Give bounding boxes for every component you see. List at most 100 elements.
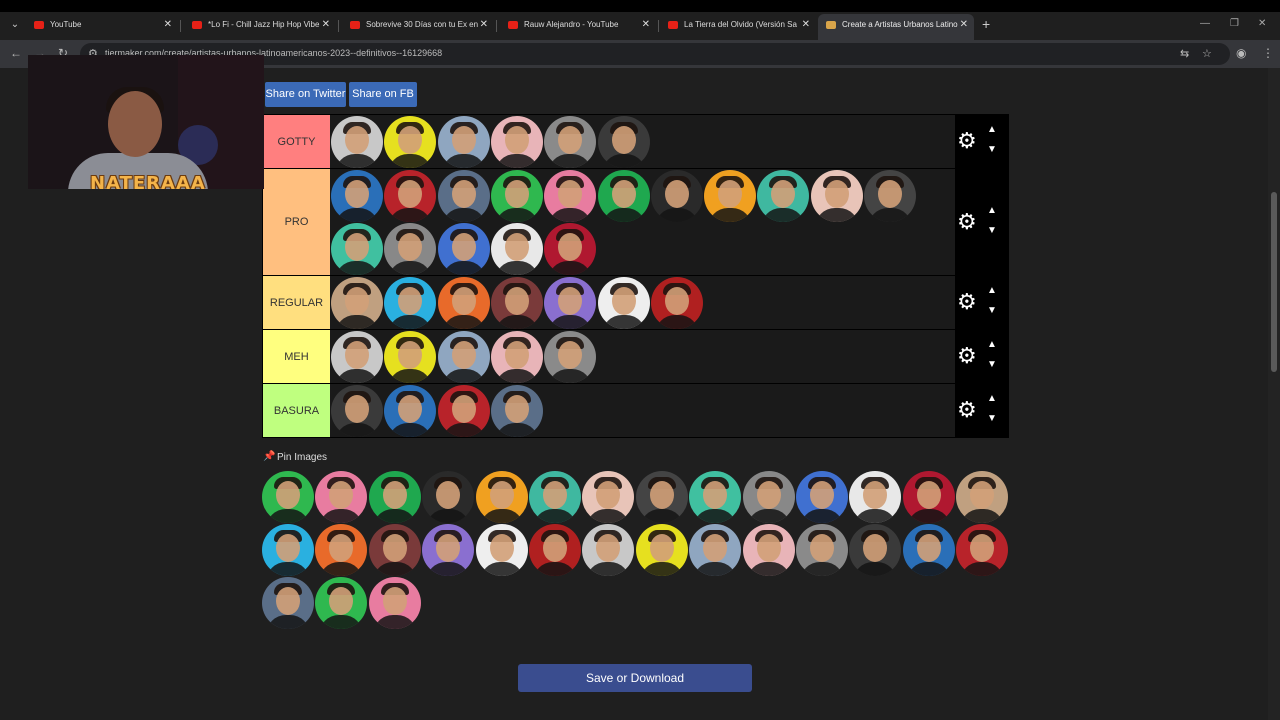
artist-avatar[interactable] <box>331 116 383 168</box>
artist-avatar[interactable] <box>331 331 383 383</box>
tab-sobrevive[interactable]: Sobrevive 30 Días con tu Ex en ✕ <box>342 14 494 40</box>
minimize-icon[interactable]: — <box>1200 18 1210 29</box>
artist-avatar[interactable] <box>544 277 597 329</box>
close-icon[interactable]: ✕ <box>802 14 810 36</box>
tier-label[interactable]: BASURA <box>263 384 330 437</box>
artist-avatar[interactable] <box>544 116 597 168</box>
artist-avatar[interactable] <box>331 223 383 275</box>
artist-avatar[interactable] <box>490 385 543 437</box>
artist-avatar[interactable] <box>368 577 421 629</box>
tab-tiermaker[interactable]: Create a Artistas Urbanos Latino ✕ <box>818 14 974 40</box>
artist-avatar[interactable] <box>490 223 543 275</box>
artist-avatar[interactable] <box>704 170 757 222</box>
artist-avatar[interactable] <box>529 524 581 576</box>
move-down-icon[interactable]: ▼ <box>987 144 997 155</box>
artist-avatar[interactable] <box>650 277 703 329</box>
artist-avatar[interactable] <box>864 170 916 222</box>
menu-dots-icon[interactable]: ⋮ <box>1262 46 1274 60</box>
artist-avatar[interactable] <box>742 524 795 576</box>
artist-avatar[interactable] <box>368 524 421 576</box>
artist-avatar[interactable] <box>490 116 543 168</box>
bookmark-star-icon[interactable]: ☆ <box>1202 47 1212 60</box>
artist-avatar[interactable] <box>635 471 688 523</box>
tier-label[interactable]: GOTTY <box>263 115 330 168</box>
artist-avatar[interactable] <box>315 577 368 629</box>
artist-avatar[interactable] <box>384 385 437 437</box>
move-down-icon[interactable]: ▼ <box>987 225 997 236</box>
artist-avatar[interactable] <box>902 524 955 576</box>
tier-label[interactable]: REGULAR <box>263 276 330 329</box>
save-download-button[interactable]: Save or Download <box>518 664 752 692</box>
move-up-icon[interactable]: ▲ <box>987 124 997 135</box>
artist-avatar[interactable] <box>262 471 314 523</box>
artist-avatar[interactable] <box>437 277 490 329</box>
artist-avatar[interactable] <box>902 471 955 523</box>
artist-avatar[interactable] <box>422 471 475 523</box>
artist-avatar[interactable] <box>262 577 314 629</box>
artist-avatar[interactable] <box>475 471 528 523</box>
close-icon[interactable]: ✕ <box>322 14 330 36</box>
translate-icon[interactable]: ⇆ <box>1180 47 1189 60</box>
artist-avatar[interactable] <box>331 170 383 222</box>
close-icon[interactable]: ✕ <box>164 14 172 36</box>
move-down-icon[interactable]: ▼ <box>987 413 997 424</box>
artist-avatar[interactable] <box>368 471 421 523</box>
artist-avatar[interactable] <box>635 524 688 576</box>
gear-icon[interactable]: ⚙ <box>957 210 979 233</box>
artist-avatar[interactable] <box>384 277 437 329</box>
move-up-icon[interactable]: ▲ <box>987 285 997 296</box>
move-down-icon[interactable]: ▼ <box>987 359 997 370</box>
back-icon[interactable]: ← <box>10 46 22 60</box>
move-up-icon[interactable]: ▲ <box>987 393 997 404</box>
close-icon[interactable]: ✕ <box>960 14 968 36</box>
artist-avatar[interactable] <box>544 223 597 275</box>
artist-avatar[interactable] <box>437 116 490 168</box>
artist-avatar[interactable] <box>544 170 597 222</box>
artist-avatar[interactable] <box>796 471 848 523</box>
artist-avatar[interactable] <box>315 471 368 523</box>
artist-avatar[interactable] <box>262 524 314 576</box>
share-twitter-button[interactable]: Share on Twitter <box>265 82 346 107</box>
gear-icon[interactable]: ⚙ <box>957 291 979 313</box>
move-up-icon[interactable]: ▲ <box>987 205 997 216</box>
artist-avatar[interactable] <box>490 170 543 222</box>
tab-search-icon[interactable]: ⌄ <box>6 16 24 34</box>
artist-avatar[interactable] <box>490 331 543 383</box>
artist-avatar[interactable] <box>956 471 1009 523</box>
artist-avatar[interactable] <box>757 170 810 222</box>
scrollbar[interactable] <box>1268 68 1280 720</box>
artist-avatar[interactable] <box>437 385 490 437</box>
artist-avatar[interactable] <box>582 471 635 523</box>
artist-avatar[interactable] <box>475 524 528 576</box>
gear-icon[interactable]: ⚙ <box>957 130 979 152</box>
pin-images-toggle[interactable]: Pin Images <box>277 452 327 463</box>
scrollbar-thumb[interactable] <box>1271 192 1277 372</box>
artist-avatar[interactable] <box>529 471 581 523</box>
artist-avatar[interactable] <box>597 170 650 222</box>
close-icon[interactable]: ✕ <box>642 14 650 36</box>
artist-avatar[interactable] <box>689 524 742 576</box>
artist-avatar[interactable] <box>331 277 383 329</box>
tier-label[interactable]: MEH <box>263 330 330 383</box>
gear-icon[interactable]: ⚙ <box>957 345 979 367</box>
maximize-icon[interactable]: ❐ <box>1230 18 1239 29</box>
artist-avatar[interactable] <box>437 331 490 383</box>
artist-avatar[interactable] <box>597 277 650 329</box>
artist-avatar[interactable] <box>582 524 635 576</box>
artist-avatar[interactable] <box>384 223 437 275</box>
artist-avatar[interactable] <box>810 170 863 222</box>
artist-avatar[interactable] <box>331 385 383 437</box>
artist-avatar[interactable] <box>796 524 848 576</box>
tab-rauw[interactable]: Rauw Alejandro - YouTube ✕ <box>500 14 656 40</box>
artist-avatar[interactable] <box>384 331 437 383</box>
artist-avatar[interactable] <box>742 471 795 523</box>
share-fb-button[interactable]: Share on FB <box>349 82 417 107</box>
artist-avatar[interactable] <box>650 170 703 222</box>
artist-avatar[interactable] <box>384 170 437 222</box>
artist-avatar[interactable] <box>422 524 475 576</box>
artist-avatar[interactable] <box>544 331 597 383</box>
artist-avatar[interactable] <box>597 116 650 168</box>
tier-label[interactable]: PRO <box>263 169 330 275</box>
artist-avatar[interactable] <box>956 524 1009 576</box>
artist-avatar[interactable] <box>849 524 902 576</box>
